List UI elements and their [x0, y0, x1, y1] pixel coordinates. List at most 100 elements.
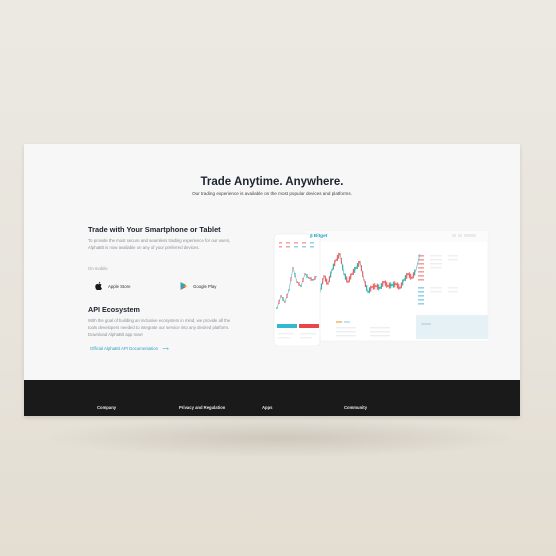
apple-icon — [95, 282, 102, 290]
google-play-button[interactable]: Google Play — [180, 282, 216, 290]
candle — [326, 278, 328, 285]
candle — [402, 279, 404, 286]
candle — [328, 276, 330, 283]
candle — [396, 282, 398, 289]
candle — [320, 283, 322, 290]
candle — [338, 252, 340, 259]
candle — [400, 282, 402, 289]
candle — [372, 283, 374, 290]
candle — [304, 273, 306, 275]
api-description: With the goal of building an inclusive e… — [88, 318, 231, 337]
api-docs-link-label: Official AlphaBit API Documentation — [90, 346, 158, 351]
candle — [411, 277, 413, 279]
candle — [359, 261, 361, 263]
candle — [356, 262, 358, 269]
footer-community[interactable]: Community — [344, 405, 367, 410]
candle — [330, 271, 332, 278]
google-play-icon — [180, 282, 187, 290]
apple-store-button[interactable]: Apple Store — [95, 282, 130, 290]
candle — [378, 284, 380, 291]
candle — [296, 281, 298, 283]
candle — [331, 269, 333, 271]
candle — [300, 285, 302, 287]
candle — [358, 260, 360, 267]
candle — [375, 285, 377, 287]
candle — [386, 281, 388, 288]
footer-apps[interactable]: Apps — [262, 405, 272, 410]
api-docs-link[interactable]: Official AlphaBit API Documentation ⟶ — [90, 346, 168, 352]
candle — [374, 283, 376, 290]
candle — [323, 275, 325, 277]
candle — [390, 282, 392, 289]
site-footer: Company Privacy and Regulation Apps Comm… — [24, 380, 520, 416]
candle — [312, 279, 314, 281]
candle — [379, 287, 381, 289]
apple-store-label: Apple Store — [108, 283, 131, 289]
page-title: Trade Anytime. Anywhere. — [200, 176, 344, 188]
candle — [360, 265, 362, 272]
candle — [382, 280, 384, 287]
footer-company[interactable]: Company — [97, 405, 116, 410]
candle — [286, 294, 288, 298]
candle — [314, 276, 316, 280]
candle — [392, 281, 394, 288]
candle — [340, 257, 342, 264]
candle — [380, 282, 382, 289]
candle — [335, 259, 337, 261]
candle — [308, 277, 310, 279]
mobile-section-title: Trade with Your Smartphone or Tablet — [88, 225, 221, 234]
mobile-description: To provide the most secure and seamless … — [88, 238, 231, 250]
candle — [388, 282, 390, 289]
candle — [322, 278, 324, 285]
candle — [408, 272, 410, 279]
candle — [376, 283, 378, 290]
candle — [302, 278, 304, 282]
mockup-brand-label: Bitget — [313, 233, 328, 239]
mockup-graphic — [273, 230, 489, 347]
candle — [348, 276, 350, 283]
candle — [394, 281, 396, 288]
candle — [298, 282, 300, 286]
candle — [324, 275, 326, 282]
candle — [355, 267, 357, 269]
candle — [292, 267, 294, 269]
candle — [343, 273, 345, 275]
candle — [383, 281, 385, 283]
candle — [370, 285, 372, 292]
candle — [407, 273, 409, 275]
candle — [327, 283, 329, 285]
candle — [334, 260, 336, 267]
footer-privacy[interactable]: Privacy and Regulation — [179, 405, 225, 410]
candle — [371, 286, 373, 288]
candle — [398, 283, 400, 290]
on-mobile-label: On mobile — [88, 266, 108, 271]
candle — [362, 271, 364, 278]
api-section-title: API Ecosystem — [88, 305, 140, 314]
candle — [403, 279, 405, 281]
candle — [310, 277, 312, 281]
candle — [414, 269, 416, 276]
candle — [391, 284, 393, 286]
candle — [282, 297, 284, 301]
candle — [350, 273, 352, 280]
candle — [367, 291, 369, 293]
page-subtitle: Our trading experience is available on t… — [192, 191, 352, 196]
candle — [354, 266, 356, 273]
candle — [306, 274, 308, 278]
mockup-brand: ʂ Bitget — [310, 233, 327, 239]
candle — [399, 287, 401, 289]
arrow-right-icon: ⟶ — [162, 346, 169, 351]
candle — [339, 253, 341, 255]
candle — [284, 301, 286, 303]
candle — [368, 287, 370, 294]
candle — [346, 276, 348, 283]
candle — [406, 272, 408, 279]
candle — [384, 280, 386, 287]
candle — [288, 289, 290, 291]
candle — [336, 254, 338, 261]
candle — [347, 281, 349, 283]
google-play-label: Google Play — [193, 283, 217, 289]
candle — [290, 277, 292, 281]
candle — [344, 273, 346, 280]
candle — [410, 273, 412, 280]
